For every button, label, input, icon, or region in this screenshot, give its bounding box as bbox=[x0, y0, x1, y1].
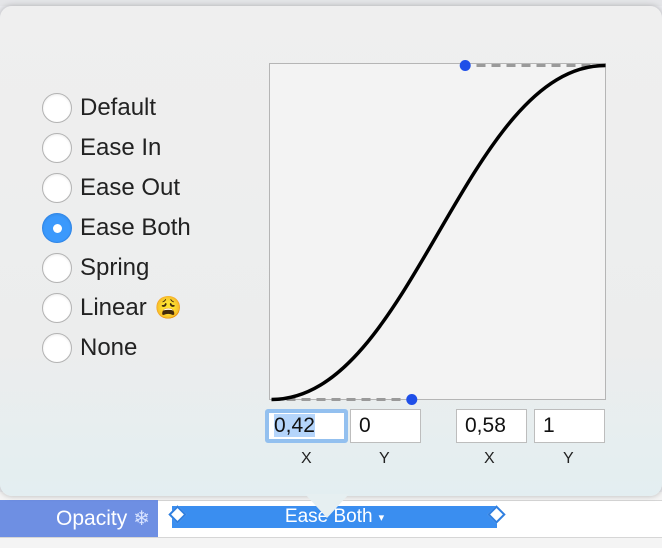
weary-face-emoji-icon: 😩 bbox=[154, 295, 183, 320]
easing-option-ease-in[interactable]: Ease In bbox=[42, 128, 191, 168]
easing-option-linear[interactable]: Linear 😩 bbox=[42, 288, 191, 328]
easing-options: Default Ease In Ease Out Ease Both Sprin… bbox=[42, 88, 191, 368]
bezier-curve-editor[interactable] bbox=[269, 60, 607, 405]
easing-popover: Default Ease In Ease Out Ease Both Sprin… bbox=[0, 6, 662, 496]
easing-option-spring[interactable]: Spring bbox=[42, 248, 191, 288]
control-point-2-x-field[interactable]: 0,58 bbox=[456, 409, 527, 443]
popover-arrow bbox=[305, 494, 349, 518]
control-point-1-handle[interactable] bbox=[406, 394, 418, 405]
bezier-curve-graph[interactable] bbox=[270, 60, 607, 405]
control-point-1-x-field[interactable]: 0,42 bbox=[265, 409, 348, 443]
radio-button[interactable] bbox=[42, 333, 72, 363]
radio-button[interactable] bbox=[42, 173, 72, 203]
easing-option-ease-out[interactable]: Ease Out bbox=[42, 168, 191, 208]
radio-button[interactable] bbox=[42, 253, 72, 283]
control-point-2-y-label: Y bbox=[563, 450, 574, 467]
easing-option-default[interactable]: Default bbox=[42, 88, 191, 128]
control-point-2-y-value: 1 bbox=[543, 414, 555, 437]
control-point-1-y-value: 0 bbox=[359, 414, 371, 437]
easing-curve bbox=[271, 63, 606, 402]
control-point-2-y-field[interactable]: 1 bbox=[534, 409, 605, 443]
snowflake-icon: ❄ bbox=[133, 508, 150, 530]
chevron-down-icon: ▾ bbox=[378, 511, 385, 524]
easing-option-label: Ease Out bbox=[80, 174, 181, 201]
easing-option-ease-both[interactable]: Ease Both bbox=[42, 208, 191, 248]
radio-button[interactable] bbox=[42, 93, 72, 123]
control-point-2-handle[interactable] bbox=[459, 60, 471, 71]
control-point-2-x-value: 0,58 bbox=[465, 414, 506, 437]
easing-option-label: None bbox=[80, 334, 138, 361]
easing-option-label: Ease In bbox=[80, 134, 162, 161]
control-point-1-x-label: X bbox=[301, 450, 312, 467]
control-point-2-x-label: X bbox=[484, 450, 495, 467]
radio-button[interactable] bbox=[42, 133, 72, 163]
control-point-1-x-value: 0,42 bbox=[274, 414, 315, 437]
easing-option-label: Ease Both bbox=[80, 214, 191, 241]
control-point-1-y-label: Y bbox=[379, 450, 390, 467]
easing-option-label: Default bbox=[80, 94, 157, 121]
property-label-opacity[interactable]: Opacity ❄ bbox=[0, 500, 158, 537]
radio-button-selected[interactable] bbox=[42, 213, 72, 243]
radio-button[interactable] bbox=[42, 293, 72, 323]
property-label-text: Opacity bbox=[56, 506, 128, 530]
control-point-1-y-field[interactable]: 0 bbox=[350, 409, 421, 443]
easing-option-none[interactable]: None bbox=[42, 328, 191, 368]
easing-option-label: Linear bbox=[80, 294, 147, 321]
easing-option-label: Spring bbox=[80, 254, 150, 281]
